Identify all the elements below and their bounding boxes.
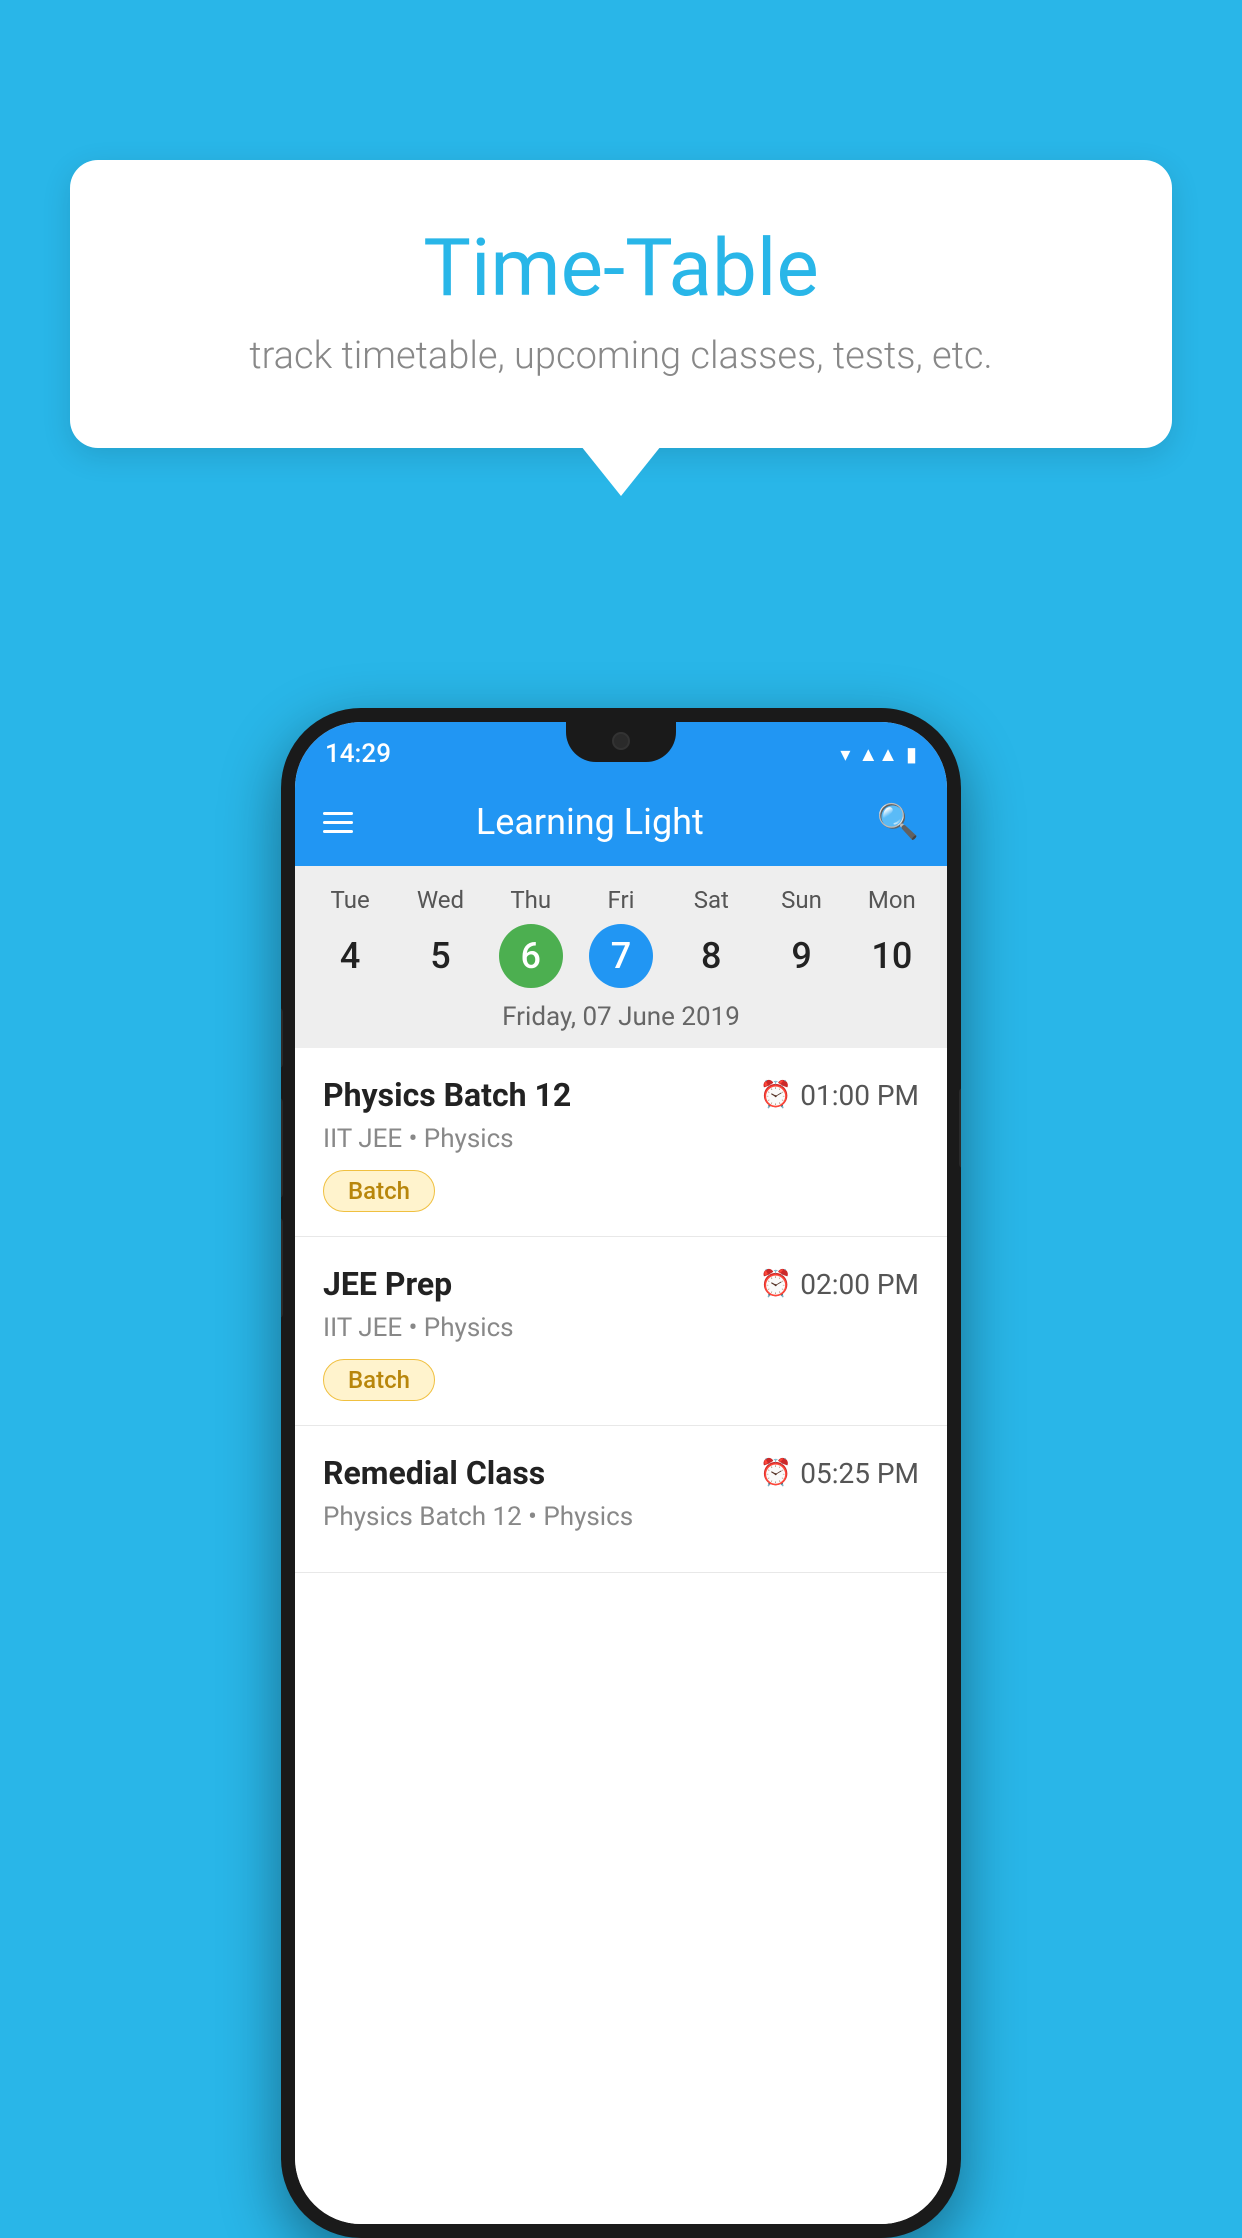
schedule-item-meta: IIT JEE • Physics — [323, 1124, 919, 1154]
power-button — [959, 1088, 961, 1168]
signal-icon: ▲▲ — [858, 742, 898, 767]
app-title: Learning Light — [377, 801, 803, 843]
calendar-day-5[interactable]: Wed 5 — [398, 886, 482, 988]
clock-icon: ⏰ — [760, 1080, 792, 1110]
days-row: Tue 4 Wed 5 Thu 6 Fri 7 Sat 8 Sun 9 Mon 10 — [295, 886, 947, 988]
schedule-item-meta: IIT JEE • Physics — [323, 1313, 919, 1343]
day-number-label: 6 — [499, 924, 563, 988]
batch-tag: Batch — [323, 1359, 435, 1401]
schedule-item[interactable]: JEE Prep ⏰ 02:00 PM IIT JEE • Physics Ba… — [295, 1237, 947, 1426]
clock-icon: ⏰ — [760, 1458, 792, 1488]
volume-up-button — [281, 1008, 283, 1068]
calendar-strip: Tue 4 Wed 5 Thu 6 Fri 7 Sat 8 Sun 9 Mon 10 Friday, 07… — [295, 866, 947, 1048]
day-name-label: Tue — [331, 886, 370, 914]
schedule-item[interactable]: Physics Batch 12 ⏰ 01:00 PM IIT JEE • Ph… — [295, 1048, 947, 1237]
calendar-day-8[interactable]: Sat 8 — [669, 886, 753, 988]
day-name-label: Sat — [694, 886, 729, 914]
time-value: 05:25 PM — [800, 1457, 919, 1490]
time-value: 01:00 PM — [800, 1079, 919, 1112]
calendar-day-6[interactable]: Thu 6 — [489, 886, 573, 988]
schedule-item-time: ⏰ 05:25 PM — [760, 1457, 919, 1490]
day-number-label: 4 — [318, 924, 382, 988]
clock-icon: ⏰ — [760, 1269, 792, 1299]
calendar-day-4[interactable]: Tue 4 — [308, 886, 392, 988]
silent-button — [281, 1218, 283, 1318]
front-camera — [612, 732, 630, 750]
status-icons: ▾ ▲▲ ▮ — [840, 742, 917, 767]
battery-icon: ▮ — [906, 742, 917, 766]
schedule-item-time: ⏰ 01:00 PM — [760, 1079, 919, 1112]
tooltip-card: Time-Table track timetable, upcoming cla… — [70, 160, 1172, 448]
wifi-icon: ▾ — [840, 742, 850, 766]
schedule-item-title: Physics Batch 12 — [323, 1076, 571, 1114]
batch-tag: Batch — [323, 1170, 435, 1212]
status-time: 14:29 — [325, 739, 391, 769]
day-name-label: Mon — [868, 886, 916, 914]
schedule-item-title: Remedial Class — [323, 1454, 545, 1492]
schedule-item-header: Remedial Class ⏰ 05:25 PM — [323, 1454, 919, 1492]
day-name-label: Fri — [608, 886, 635, 914]
hamburger-menu-button[interactable] — [323, 812, 353, 833]
search-icon[interactable]: 🔍 — [877, 802, 919, 842]
schedule-item-time: ⏰ 02:00 PM — [760, 1268, 919, 1301]
phone-screen: 14:29 ▾ ▲▲ ▮ Learning Light 🔍 — [295, 722, 947, 2224]
day-name-label: Thu — [510, 886, 551, 914]
schedule-item-meta: Physics Batch 12 • Physics — [323, 1502, 919, 1532]
schedule-item[interactable]: Remedial Class ⏰ 05:25 PM Physics Batch … — [295, 1426, 947, 1573]
day-number-label: 9 — [770, 924, 834, 988]
volume-down-button — [281, 1098, 283, 1198]
day-number-label: 5 — [408, 924, 472, 988]
calendar-day-9[interactable]: Sun 9 — [760, 886, 844, 988]
calendar-day-10[interactable]: Mon 10 — [850, 886, 934, 988]
tooltip-subtitle: track timetable, upcoming classes, tests… — [130, 334, 1112, 378]
schedule-item-header: JEE Prep ⏰ 02:00 PM — [323, 1265, 919, 1303]
day-name-label: Sun — [781, 886, 822, 914]
schedule-item-title: JEE Prep — [323, 1265, 452, 1303]
schedule-item-header: Physics Batch 12 ⏰ 01:00 PM — [323, 1076, 919, 1114]
phone-frame: 14:29 ▾ ▲▲ ▮ Learning Light 🔍 — [281, 708, 961, 2238]
calendar-day-7[interactable]: Fri 7 — [579, 886, 663, 988]
notch — [566, 722, 676, 762]
tooltip-title: Time-Table — [130, 220, 1112, 316]
day-name-label: Wed — [417, 886, 464, 914]
app-bar: Learning Light 🔍 — [295, 778, 947, 866]
selected-date-label: Friday, 07 June 2019 — [295, 988, 947, 1048]
schedule-list: Physics Batch 12 ⏰ 01:00 PM IIT JEE • Ph… — [295, 1048, 947, 2224]
day-number-label: 8 — [679, 924, 743, 988]
day-number-label: 7 — [589, 924, 653, 988]
time-value: 02:00 PM — [800, 1268, 919, 1301]
day-number-label: 10 — [860, 924, 924, 988]
